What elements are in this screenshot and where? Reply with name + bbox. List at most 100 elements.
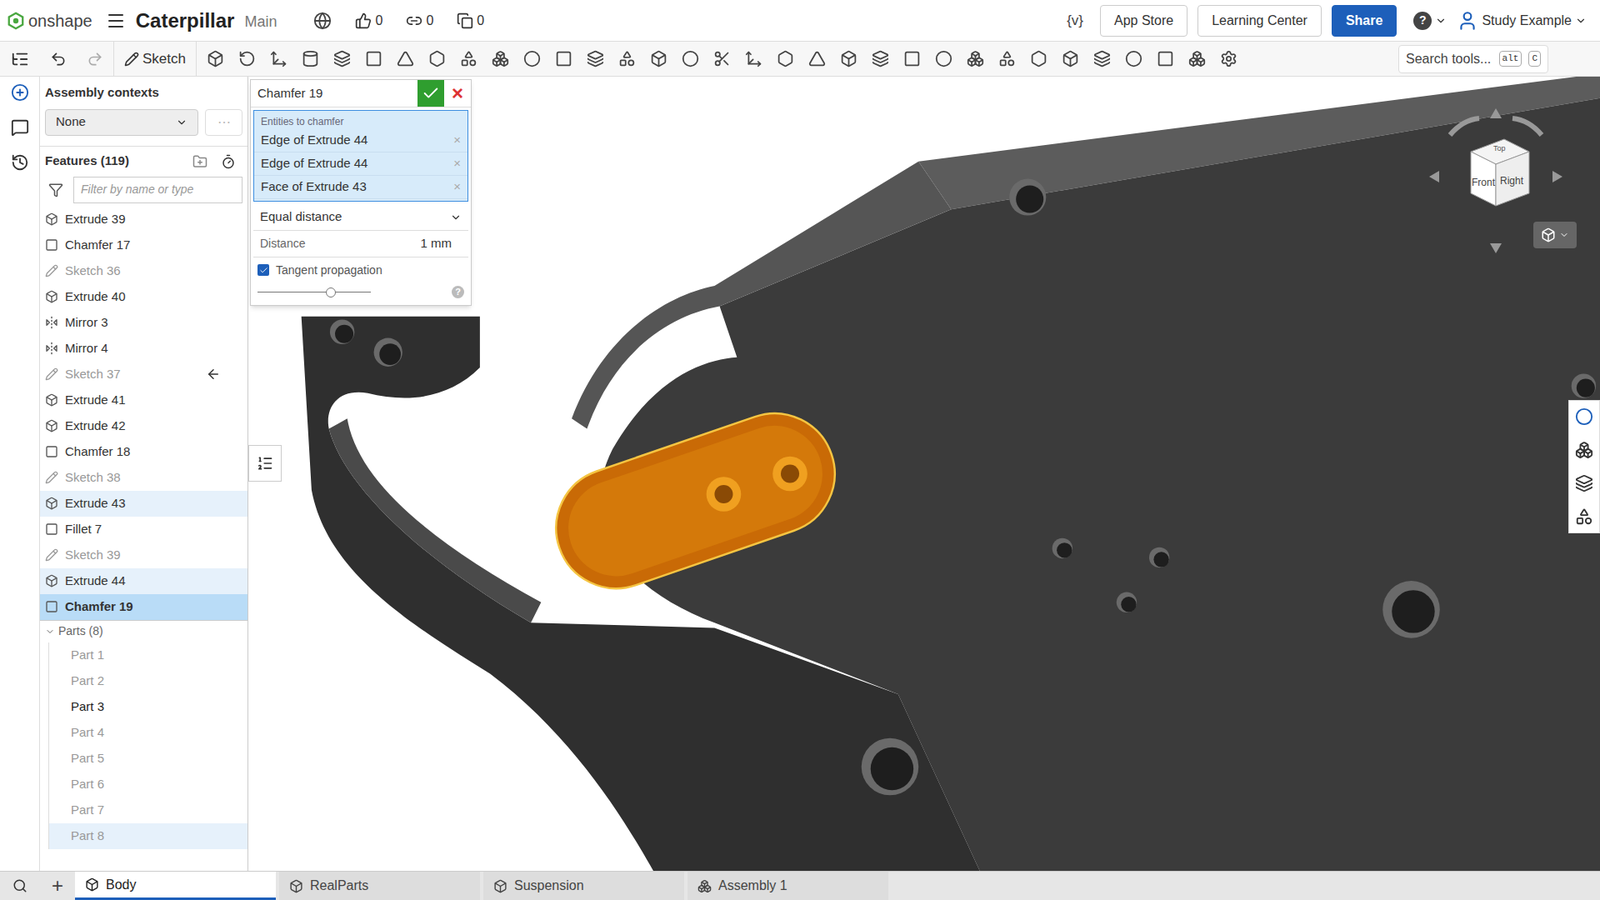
parts-icon[interactable] bbox=[1575, 440, 1594, 460]
tool-icon[interactable] bbox=[238, 50, 256, 68]
part-item[interactable]: Part 8 bbox=[48, 823, 248, 850]
confirm-button[interactable] bbox=[417, 80, 445, 107]
feature-item[interactable]: Extrude 41 bbox=[40, 387, 248, 414]
help-icon[interactable]: ? bbox=[451, 285, 465, 299]
collapse-icon[interactable] bbox=[45, 626, 55, 637]
search-tools[interactable]: Search tools...altC bbox=[1398, 45, 1549, 74]
part-item[interactable]: Part 1 bbox=[48, 642, 248, 669]
part-item[interactable]: Part 7 bbox=[48, 797, 248, 824]
search-icon[interactable] bbox=[12, 878, 28, 894]
folder-icon[interactable] bbox=[192, 154, 208, 170]
feature-item[interactable]: Mirror 3 bbox=[40, 310, 248, 336]
tool-icon[interactable] bbox=[428, 50, 446, 68]
insert-icon[interactable] bbox=[10, 83, 30, 102]
user-menu[interactable]: Study Example bbox=[1456, 10, 1587, 32]
tool-icon[interactable] bbox=[1093, 50, 1111, 68]
cube-face-front[interactable]: Front bbox=[1471, 175, 1495, 190]
tool-icon[interactable] bbox=[1061, 50, 1080, 68]
entity-item[interactable]: Edge of Extrude 44× bbox=[254, 152, 468, 176]
history-icon[interactable] bbox=[10, 153, 30, 172]
part-item[interactable]: Part 4 bbox=[48, 720, 248, 746]
filter-input[interactable]: Filter by name or type bbox=[73, 176, 243, 204]
tool-icon[interactable] bbox=[998, 50, 1016, 68]
part-item[interactable]: Part 2 bbox=[48, 668, 248, 695]
tool-icon[interactable] bbox=[206, 50, 225, 68]
tool-icon[interactable] bbox=[365, 50, 383, 68]
tool-icon[interactable] bbox=[776, 50, 795, 68]
feature-item[interactable]: Sketch 37 bbox=[40, 361, 248, 388]
assembly-contexts-select[interactable]: None bbox=[45, 109, 199, 136]
tool-icon[interactable] bbox=[1220, 50, 1238, 68]
part-item[interactable]: Part 6 bbox=[48, 771, 248, 798]
tool-icon[interactable] bbox=[650, 50, 668, 68]
feature-item[interactable]: Extrude 43 bbox=[40, 490, 248, 517]
timer-icon[interactable] bbox=[220, 154, 236, 170]
redo-icon[interactable] bbox=[86, 50, 104, 68]
tool-icon[interactable] bbox=[871, 50, 890, 68]
view-options[interactable] bbox=[1533, 221, 1577, 249]
tool-icon[interactable] bbox=[586, 50, 605, 68]
tool-icon[interactable] bbox=[681, 50, 700, 68]
variables-icon[interactable] bbox=[1575, 507, 1594, 526]
feature-item[interactable]: Extrude 44 bbox=[40, 568, 248, 595]
copy-count[interactable]: 0 bbox=[456, 10, 485, 31]
globe-icon[interactable] bbox=[313, 11, 332, 30]
document-tab[interactable]: Assembly 1 bbox=[687, 871, 889, 900]
comments-icon[interactable] bbox=[10, 118, 30, 137]
tool-icon[interactable] bbox=[1156, 50, 1175, 68]
link-count[interactable]: 0 bbox=[405, 10, 434, 31]
tool-icon[interactable] bbox=[618, 50, 636, 68]
document-tab[interactable]: Body bbox=[75, 871, 276, 900]
tool-icon[interactable] bbox=[491, 50, 510, 68]
feature-item[interactable]: Chamfer 19 bbox=[40, 594, 248, 620]
filter-icon[interactable] bbox=[48, 182, 64, 198]
tool-icon[interactable] bbox=[935, 50, 953, 68]
entity-item[interactable]: Face of Extrude 43× bbox=[254, 175, 468, 200]
tool-icon[interactable] bbox=[966, 50, 985, 68]
layers-icon[interactable] bbox=[1575, 474, 1594, 493]
feature-item[interactable]: Chamfer 18 bbox=[40, 439, 248, 465]
tool-icon[interactable] bbox=[1188, 50, 1206, 68]
tool-icon[interactable] bbox=[523, 50, 541, 68]
tool-icon[interactable] bbox=[903, 50, 921, 68]
feature-item[interactable]: Chamfer 17 bbox=[40, 232, 248, 259]
feature-item[interactable]: Extrude 39 bbox=[40, 206, 248, 233]
header-button[interactable]: Learning Center bbox=[1197, 5, 1322, 37]
feature-list-toggle[interactable] bbox=[248, 445, 282, 482]
sketch-button[interactable]: Sketch bbox=[113, 41, 197, 76]
tool-icon[interactable] bbox=[333, 50, 351, 68]
cancel-button[interactable]: × bbox=[444, 80, 471, 107]
chamfer-type-select[interactable]: Equal distance bbox=[253, 204, 469, 231]
add-tab-button[interactable]: + bbox=[40, 871, 75, 900]
header-button[interactable]: Share bbox=[1331, 5, 1397, 37]
document-tab[interactable]: RealParts bbox=[279, 871, 480, 900]
tool-icon[interactable] bbox=[396, 50, 415, 68]
tool-icon[interactable] bbox=[808, 50, 826, 68]
part-item[interactable]: Part 5 bbox=[48, 745, 248, 772]
document-tab[interactable]: Suspension bbox=[483, 871, 685, 900]
more-button[interactable]: ⋯ bbox=[205, 109, 243, 136]
tool-icon[interactable] bbox=[555, 50, 573, 68]
entity-item[interactable]: Edge of Extrude 44× bbox=[254, 129, 468, 153]
tool-icon[interactable] bbox=[301, 50, 320, 68]
tool-icon[interactable] bbox=[840, 50, 858, 68]
part-item[interactable]: Part 3 bbox=[48, 694, 248, 720]
menu-icon[interactable] bbox=[105, 10, 126, 31]
tool-icon[interactable] bbox=[1030, 50, 1048, 68]
like-count[interactable]: 0 bbox=[355, 10, 383, 31]
logo[interactable]: onshape bbox=[6, 8, 93, 34]
feature-item[interactable]: Extrude 40 bbox=[40, 284, 248, 310]
variables-button[interactable]: {v} bbox=[1060, 10, 1090, 32]
graphics-area[interactable]: Chamfer 19×Entities to chamferEdge of Ex… bbox=[248, 76, 1600, 871]
feature-item[interactable]: Sketch 39 bbox=[40, 542, 248, 569]
feature-item[interactable]: Sketch 38 bbox=[40, 465, 248, 491]
feature-item[interactable]: Sketch 36 bbox=[40, 258, 248, 285]
undo-icon[interactable] bbox=[50, 50, 67, 68]
header-button[interactable]: App Store bbox=[1100, 5, 1188, 37]
tool-icon[interactable] bbox=[460, 50, 478, 68]
tool-icon[interactable] bbox=[713, 50, 731, 68]
slider[interactable] bbox=[257, 287, 371, 298]
feature-item[interactable]: Fillet 7 bbox=[40, 516, 248, 543]
distance-field[interactable]: Distance1 mm bbox=[253, 230, 469, 258]
cube-face-top[interactable]: Top bbox=[1493, 143, 1506, 155]
